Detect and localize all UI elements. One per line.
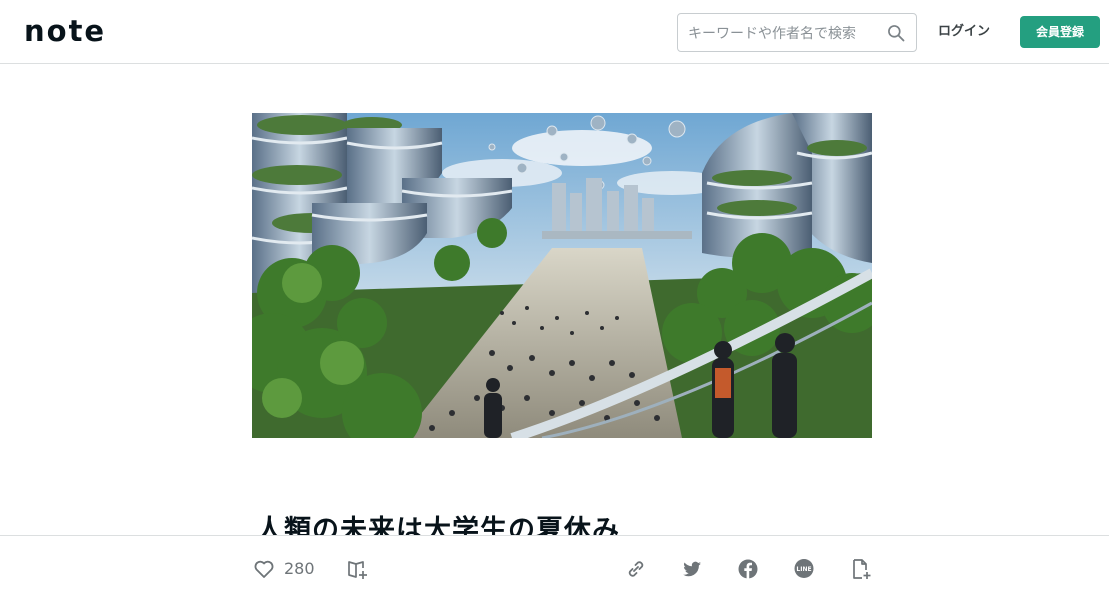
article-hero-image [252,113,872,438]
site-header: note ログイン 会員登録 [0,0,1109,64]
note-embed-icon[interactable] [849,557,873,581]
note-logo[interactable]: note [24,13,106,49]
like-count: 280 [284,559,315,578]
search-box[interactable] [677,13,917,53]
article-action-bar: 280 LINE [0,535,1109,600]
login-link[interactable]: ログイン [930,20,998,44]
search-icon[interactable] [886,23,906,43]
signup-button[interactable]: 会員登録 [1020,16,1100,48]
line-icon-label: LINE [796,566,811,573]
facebook-icon[interactable] [736,557,760,581]
line-icon[interactable]: LINE [792,557,816,581]
search-input[interactable] [686,14,885,53]
magazine-add-icon[interactable] [346,557,370,581]
heart-icon[interactable] [252,557,276,581]
link-icon[interactable] [624,557,648,581]
twitter-icon[interactable] [680,557,704,581]
